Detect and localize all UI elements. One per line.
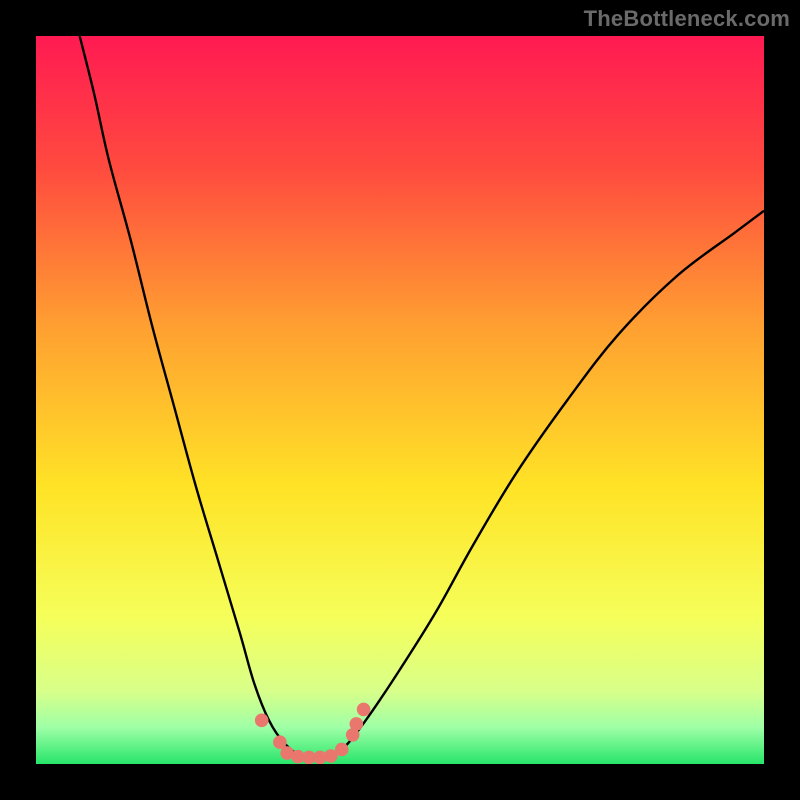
chart-plot (36, 36, 764, 764)
chart-frame (36, 36, 764, 764)
dot (255, 714, 269, 728)
watermark-text: TheBottleneck.com (584, 6, 790, 32)
dot (335, 743, 349, 757)
sunset-gradient (36, 36, 764, 764)
dot (350, 717, 364, 731)
dot (357, 703, 371, 717)
